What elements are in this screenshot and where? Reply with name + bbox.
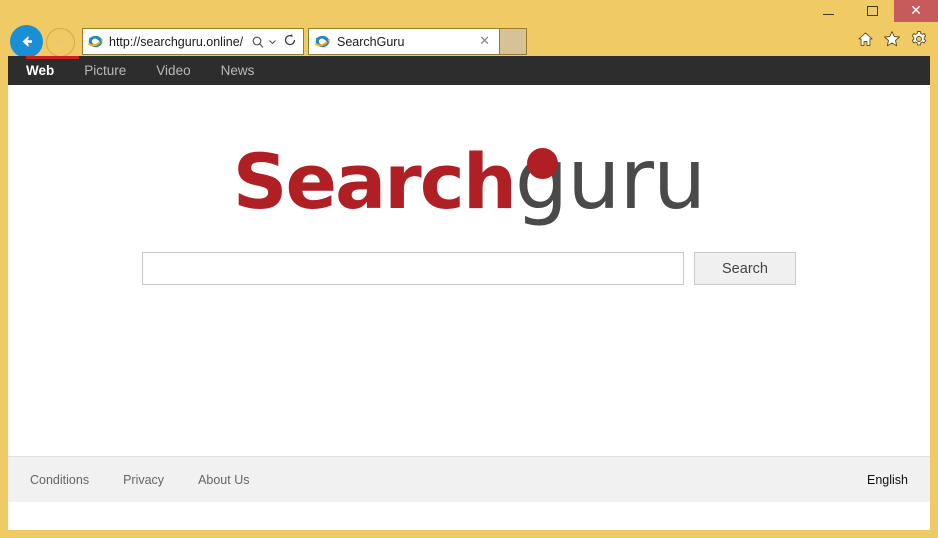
footer-language-selector[interactable]: English (867, 473, 908, 487)
forward-arrow-icon (56, 37, 66, 48)
internet-explorer-icon (314, 35, 331, 48)
browser-window: ✕ http://searchguru.online/ SearchGuru ✕… (0, 0, 938, 538)
tab-strip: SearchGuru ✕ (308, 28, 527, 55)
search-dropdown-icon[interactable] (251, 35, 277, 49)
logo-g-dot (526, 148, 558, 179)
magnifier-icon (252, 36, 264, 48)
search-row: Search (8, 252, 930, 285)
site-footer: Conditions Privacy About Us English (8, 456, 930, 502)
tab-close-icon[interactable]: ✕ (475, 34, 494, 49)
nav-item-video[interactable]: Video (156, 63, 190, 78)
site-logo: Searchguru (8, 130, 930, 228)
window-controls: ✕ (806, 0, 938, 22)
maximize-button[interactable] (850, 0, 894, 22)
logo-guru-wrapper: guru (514, 130, 706, 228)
settings-gear-icon[interactable] (910, 30, 928, 53)
active-nav-marker (26, 56, 79, 59)
search-input[interactable] (142, 252, 684, 285)
browser-toolbar: http://searchguru.online/ SearchGuru ✕ (0, 22, 938, 60)
site-main-content: Searchguru Search Conditions Privacy Abo… (8, 85, 930, 502)
forward-button[interactable] (46, 28, 75, 57)
internet-explorer-icon (87, 35, 104, 48)
new-tab-button[interactable] (500, 28, 527, 55)
refresh-arrow-icon (284, 34, 296, 46)
logo-text-guru: guru (514, 130, 706, 228)
footer-links: Conditions Privacy About Us (30, 473, 283, 487)
address-url-text: http://searchguru.online/ (109, 34, 244, 49)
page-viewport: Web Picture Video News Searchguru Search… (8, 56, 930, 530)
nav-item-picture[interactable]: Picture (84, 63, 126, 78)
tab-title: SearchGuru (337, 34, 405, 49)
footer-link-privacy[interactable]: Privacy (123, 473, 164, 487)
browser-toolbar-icons (857, 30, 928, 53)
back-button[interactable] (10, 25, 43, 58)
nav-item-web[interactable]: Web (26, 63, 54, 78)
chevron-down-icon (269, 40, 276, 45)
close-button[interactable]: ✕ (894, 0, 938, 22)
footer-link-conditions[interactable]: Conditions (30, 473, 89, 487)
site-navigation-bar: Web Picture Video News (8, 56, 930, 85)
home-icon[interactable] (857, 31, 874, 53)
nav-item-news[interactable]: News (221, 63, 255, 78)
refresh-icon[interactable] (283, 33, 297, 50)
logo-text-search: Search (232, 137, 517, 226)
title-bar: ✕ (0, 0, 938, 22)
favorites-star-icon[interactable] (883, 30, 901, 53)
minimize-button[interactable] (806, 0, 850, 22)
address-bar[interactable]: http://searchguru.online/ (82, 28, 304, 55)
footer-link-about-us[interactable]: About Us (198, 473, 249, 487)
back-arrow-icon (22, 36, 32, 47)
search-submit-button[interactable]: Search (694, 252, 796, 285)
browser-tab[interactable]: SearchGuru ✕ (308, 28, 500, 55)
